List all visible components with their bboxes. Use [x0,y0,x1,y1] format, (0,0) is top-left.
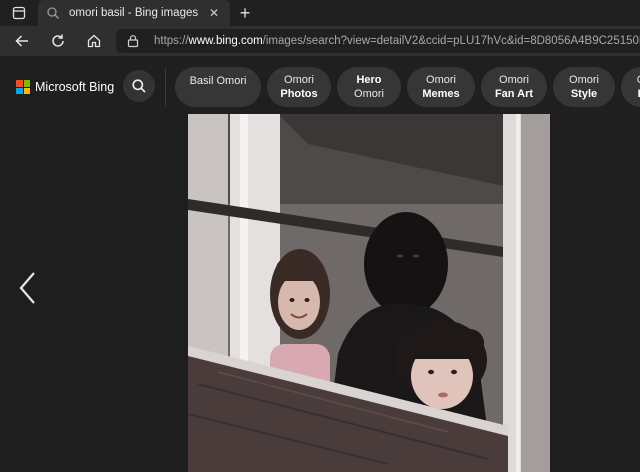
chip-label: Omori [284,74,314,86]
chip-label: O [621,73,640,87]
photo-girl-face [278,274,320,330]
photo-post-highlight [240,114,248,384]
chip-label-bold: Memes [422,88,460,100]
photo-child-mouth [438,392,448,398]
photo-right-edge [521,114,550,472]
logo-square-blue [16,87,23,94]
chip-basil-omori[interactable]: Basil Omori [175,67,261,107]
photo-girl-eye [304,298,310,302]
photo-child-bangs [400,329,484,359]
brand-name: Microsoft Bing [35,80,115,94]
lock-icon[interactable] [126,34,140,48]
microsoft-logo-icon [16,80,30,94]
chip-label: Basil Omori [189,75,247,87]
chip-label-bold: Fan Art [494,88,534,100]
chip-label: Omori [569,74,599,86]
chip-label-bold: Hero [356,74,382,86]
logo-square-red [16,80,23,87]
photo-child-eye [428,369,434,375]
bing-header: Microsoft Bing Basil Omori Omori Photos … [0,56,640,114]
search-icon [132,79,146,93]
home-icon [87,34,101,48]
back-button[interactable] [4,26,40,56]
photo-girl-bangs [276,259,322,281]
home-button[interactable] [76,26,112,56]
logo-square-green [23,80,30,87]
bing-logo[interactable]: Microsoft Bing [16,80,114,94]
close-icon[interactable]: ✕ [206,5,222,21]
main-image[interactable] [188,114,550,472]
photo-figure-eye [397,254,403,258]
previous-image-button[interactable] [14,268,42,308]
refresh-icon [52,34,64,47]
bing-search-button[interactable] [123,70,155,102]
chip-label-bold: Photos [280,88,318,100]
header-divider [165,68,166,106]
chip-more-partial[interactable]: O L [621,67,640,107]
photo-dark-figure-head [364,212,448,316]
chip-label-bold: L [621,87,640,101]
chip-label: Omori [354,88,384,100]
chip-hero-omori[interactable]: Hero Omori [337,67,401,107]
browser-toolbar: https://www.bing.com/images/search?view=… [0,26,640,56]
tab-strip: omori basil - Bing images ✕ + [0,0,640,26]
tab-title: omori basil - Bing images [69,7,199,19]
url-text: https://www.bing.com/images/search?view=… [154,35,640,47]
photo-figure-eye [413,254,419,258]
chip-omori-fan-art[interactable]: Omori Fan Art [481,67,547,107]
chip-label-bold: Style [570,88,598,100]
chip-omori-memes[interactable]: Omori Memes [407,67,475,107]
chevron-left-icon [19,272,35,304]
url-path: /images/search?view=detailV2&ccid=pLU17h… [262,35,640,47]
window-icon[interactable] [0,0,38,26]
photo-girl-eye [289,298,295,302]
image-viewer [0,114,640,472]
photo-frame-highlight [516,114,520,472]
photo-left-wall [188,114,228,364]
new-tab-button[interactable]: + [230,0,260,26]
url-host: www.bing.com [188,35,263,47]
back-arrow-icon [15,35,28,47]
browser-tab[interactable]: omori basil - Bing images ✕ [38,0,230,26]
url-scheme: https:// [154,35,189,47]
chip-omori-photos[interactable]: Omori Photos [267,67,331,107]
photo-window-post [230,114,280,384]
address-bar[interactable]: https://www.bing.com/images/search?view=… [116,29,640,53]
chip-label: Omori [499,74,529,86]
chip-label: Omori [426,74,456,86]
logo-square-yellow [23,87,30,94]
search-icon [46,6,60,20]
refresh-button[interactable] [40,26,76,56]
chip-omori-style[interactable]: Omori Style [553,67,615,107]
photo-child-eye [451,369,457,375]
